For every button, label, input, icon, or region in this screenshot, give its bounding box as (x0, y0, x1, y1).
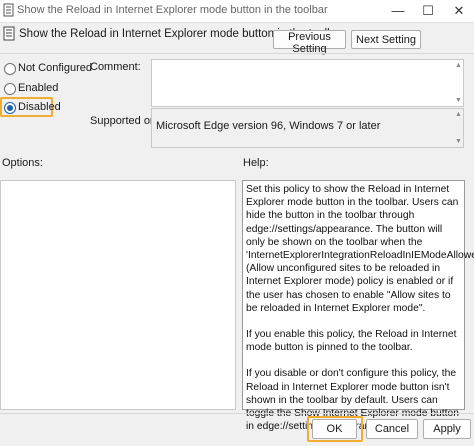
help-panel: Set this policy to show the Reload in In… (242, 180, 474, 432)
ok-button[interactable]: OK (312, 419, 357, 439)
supported-on-label: Supported on: (90, 115, 160, 127)
supported-on-field: Microsoft Edge version 96, Windows 7 or … (151, 108, 464, 148)
comment-label: Comment: (90, 61, 141, 73)
help-text: Set this policy to show the Reload in In… (246, 183, 474, 446)
radio-disabled[interactable]: Disabled (4, 100, 84, 116)
cancel-button[interactable]: Cancel (366, 419, 418, 439)
scroll-up-icon[interactable]: ▲ (454, 61, 463, 70)
scroll-down-icon[interactable]: ▼ (454, 96, 463, 105)
maximize-icon: ☐ (422, 3, 434, 18)
window-title: Show the Reload in Internet Explorer mod… (17, 4, 328, 16)
help-paragraph: If you enable this policy, the Reload in… (246, 329, 457, 354)
radio-circle-selected[interactable] (4, 102, 16, 114)
help-label: Help: (243, 157, 269, 169)
close-icon: ✕ (453, 3, 465, 18)
policy-document-icon (3, 3, 14, 17)
help-paragraph: Set this policy to show the Reload in In… (246, 184, 474, 314)
close-button[interactable]: ✕ (444, 0, 474, 22)
options-label: Options: (2, 157, 43, 169)
apply-button[interactable]: Apply (423, 419, 471, 439)
comment-textarea[interactable]: ▲ ▼ (151, 59, 464, 107)
radio-label: Disabled (18, 101, 61, 113)
minimize-button[interactable]: — (383, 0, 413, 22)
policy-setting-icon (3, 26, 15, 41)
divider (0, 413, 474, 414)
radio-label: Not Configured (18, 62, 92, 74)
maximize-button[interactable]: ☐ (413, 0, 443, 22)
supported-on-value: Microsoft Edge version 96, Windows 7 or … (156, 120, 381, 132)
radio-enabled[interactable]: Enabled (4, 81, 84, 97)
radio-label: Enabled (18, 82, 59, 94)
next-setting-button[interactable]: Next Setting (351, 30, 421, 49)
minimize-icon: — (391, 3, 405, 18)
divider (0, 53, 474, 54)
scroll-up-icon[interactable]: ▲ (454, 110, 463, 119)
radio-circle[interactable] (4, 83, 16, 95)
title-bar: Show the Reload in Internet Explorer mod… (0, 0, 474, 23)
options-panel (0, 180, 236, 410)
radio-not-configured[interactable]: Not Configured (4, 61, 92, 77)
previous-setting-button[interactable]: Previous Setting (273, 30, 346, 55)
scroll-down-icon[interactable]: ▼ (454, 137, 463, 146)
radio-circle[interactable] (4, 63, 16, 75)
